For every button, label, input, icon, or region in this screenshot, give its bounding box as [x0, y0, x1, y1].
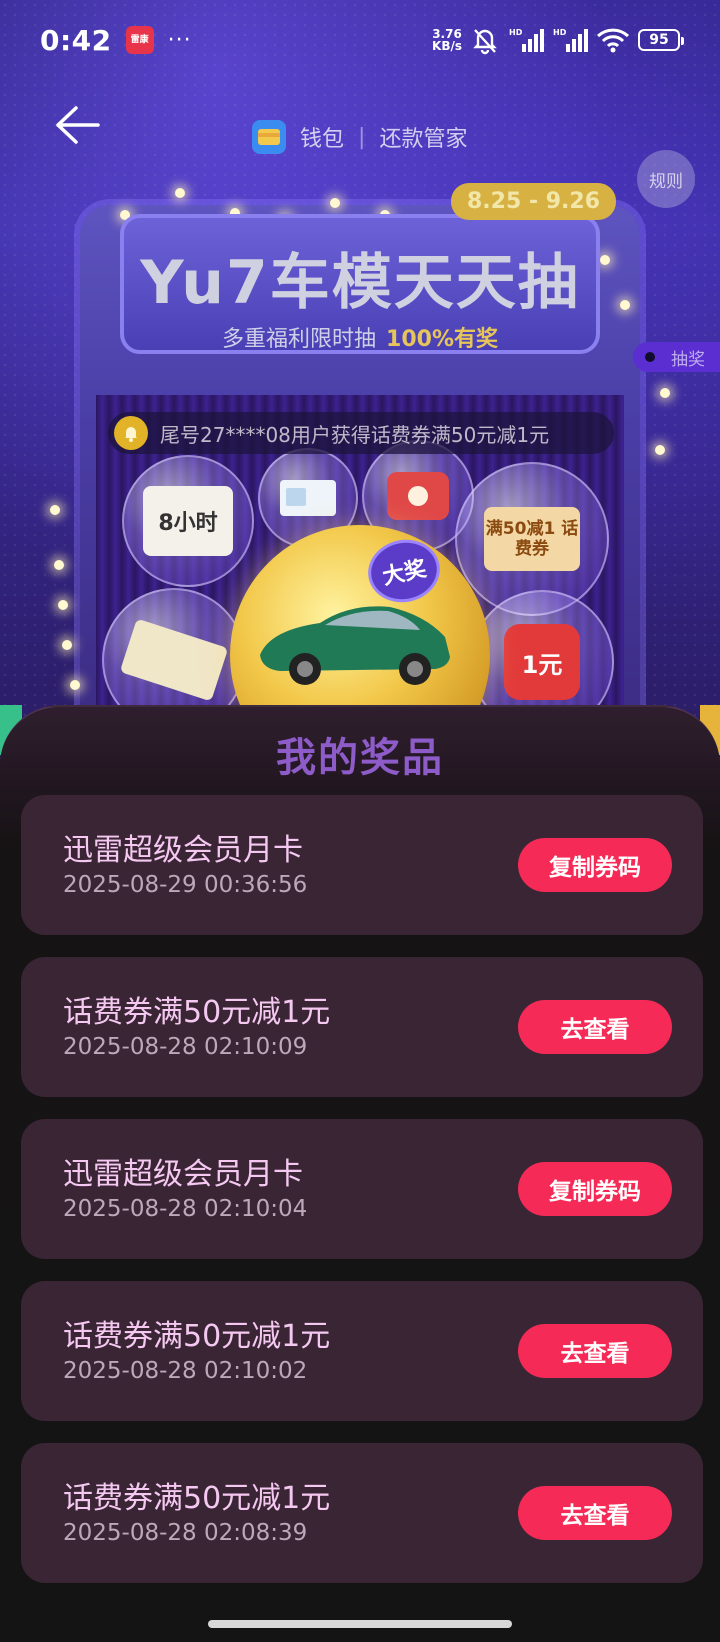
car-model-icon	[260, 606, 450, 685]
event-title-plate: Yu7车模天天抽 多重福利限时抽 100%有奖	[120, 214, 600, 354]
thunder-card-icon	[119, 618, 229, 702]
ticket-card-icon	[280, 480, 336, 516]
network-speed-unit: KB/s	[432, 39, 462, 53]
prize-item: 话费券满50元减1元 2025-08-28 02:10:09 去查看	[21, 957, 703, 1097]
event-subtitle-text: 多重福利限时抽	[222, 327, 377, 352]
copy-code-button[interactable]: 复制券码	[518, 1162, 672, 1216]
event-subtitle-highlight: 100%有奖	[386, 327, 498, 352]
brand-separator: |	[358, 124, 366, 150]
signal-strength-icon: HD	[508, 26, 544, 54]
prize-item: 迅雷超级会员月卡 2025-08-29 00:36:56 复制券码	[21, 795, 703, 935]
panel-title: 我的奖品	[276, 735, 444, 781]
view-button[interactable]: 去查看	[518, 1000, 672, 1054]
signal-strength-icon-2: HD	[552, 26, 588, 54]
prize-time: 2025-08-28 02:10:04	[63, 1196, 308, 1222]
brand-section-label: 还款管家	[379, 127, 468, 152]
prize-list: 迅雷超级会员月卡 2025-08-29 00:36:56 复制券码 话费券满50…	[21, 795, 703, 1605]
battery-indicator: 95	[638, 29, 684, 51]
view-button[interactable]: 去查看	[518, 1486, 672, 1540]
home-indicator[interactable]	[208, 1620, 512, 1628]
back-arrow-icon	[56, 106, 100, 144]
brand-wallet-label: 钱包	[300, 127, 345, 152]
svg-text:HD: HD	[509, 28, 523, 37]
prize-item: 话费券满50元减1元 2025-08-28 02:08:39 去查看	[21, 1443, 703, 1583]
red-envelope-icon	[387, 472, 449, 520]
prize-name: 话费券满50元减1元	[63, 1481, 331, 1516]
svg-text:HD: HD	[553, 28, 567, 37]
event-subtitle: 多重福利限时抽 100%有奖	[124, 321, 596, 353]
prize-name: 话费券满50元减1元	[63, 995, 331, 1030]
side-draw-tag[interactable]: 抽奖	[633, 342, 720, 372]
winner-ticker: 尾号27****08用户获得话费券满50元减1元	[108, 412, 614, 454]
wallet-icon	[252, 120, 286, 154]
prize-name: 话费券满50元减1元	[63, 1319, 331, 1354]
ticker-text: 尾号27****08用户获得话费券满50元减1元	[160, 422, 550, 447]
copy-code-button[interactable]: 复制券码	[518, 838, 672, 892]
prize-name: 迅雷超级会员月卡	[63, 833, 303, 868]
ball-card-phone: 满50减1 话费券	[484, 507, 580, 571]
prize-time: 2025-08-29 00:36:56	[63, 872, 308, 898]
more-notifications-icon: ···	[167, 27, 192, 53]
prize-time: 2025-08-28 02:08:39	[63, 1520, 308, 1546]
bell-icon	[114, 416, 148, 450]
prize-time: 2025-08-28 02:10:09	[63, 1034, 308, 1060]
event-title: Yu7车模天天抽	[140, 248, 580, 318]
mute-bell-icon	[470, 25, 500, 55]
status-time: 0:42	[40, 23, 112, 57]
ball-card-red: 1元	[504, 624, 580, 700]
rules-button[interactable]: 规则	[637, 150, 695, 208]
view-button[interactable]: 去查看	[518, 1324, 672, 1378]
capsule-ball: 8小时	[122, 455, 254, 587]
prize-item: 话费券满50元减1元 2025-08-28 02:10:02 去查看	[21, 1281, 703, 1421]
brand-header: 钱包 | 还款管家	[252, 120, 467, 154]
back-button[interactable]	[52, 100, 102, 150]
prize-time: 2025-08-28 02:10:02	[63, 1358, 308, 1384]
ball-card-hours: 8小时	[143, 486, 233, 556]
prize-name: 迅雷超级会员月卡	[63, 1157, 303, 1192]
status-bar: 0:42 雷康 ··· 3.76 KB/s HD HD 95	[0, 0, 720, 80]
network-speed: 3.76 KB/s	[432, 28, 462, 52]
event-date-badge: 8.25 - 9.26	[451, 183, 617, 220]
prize-item: 迅雷超级会员月卡 2025-08-28 02:10:04 复制券码	[21, 1119, 703, 1259]
status-icons: 3.76 KB/s HD HD 95	[432, 25, 684, 55]
wifi-icon	[596, 27, 630, 53]
notification-app-icon: 雷康	[125, 26, 154, 54]
